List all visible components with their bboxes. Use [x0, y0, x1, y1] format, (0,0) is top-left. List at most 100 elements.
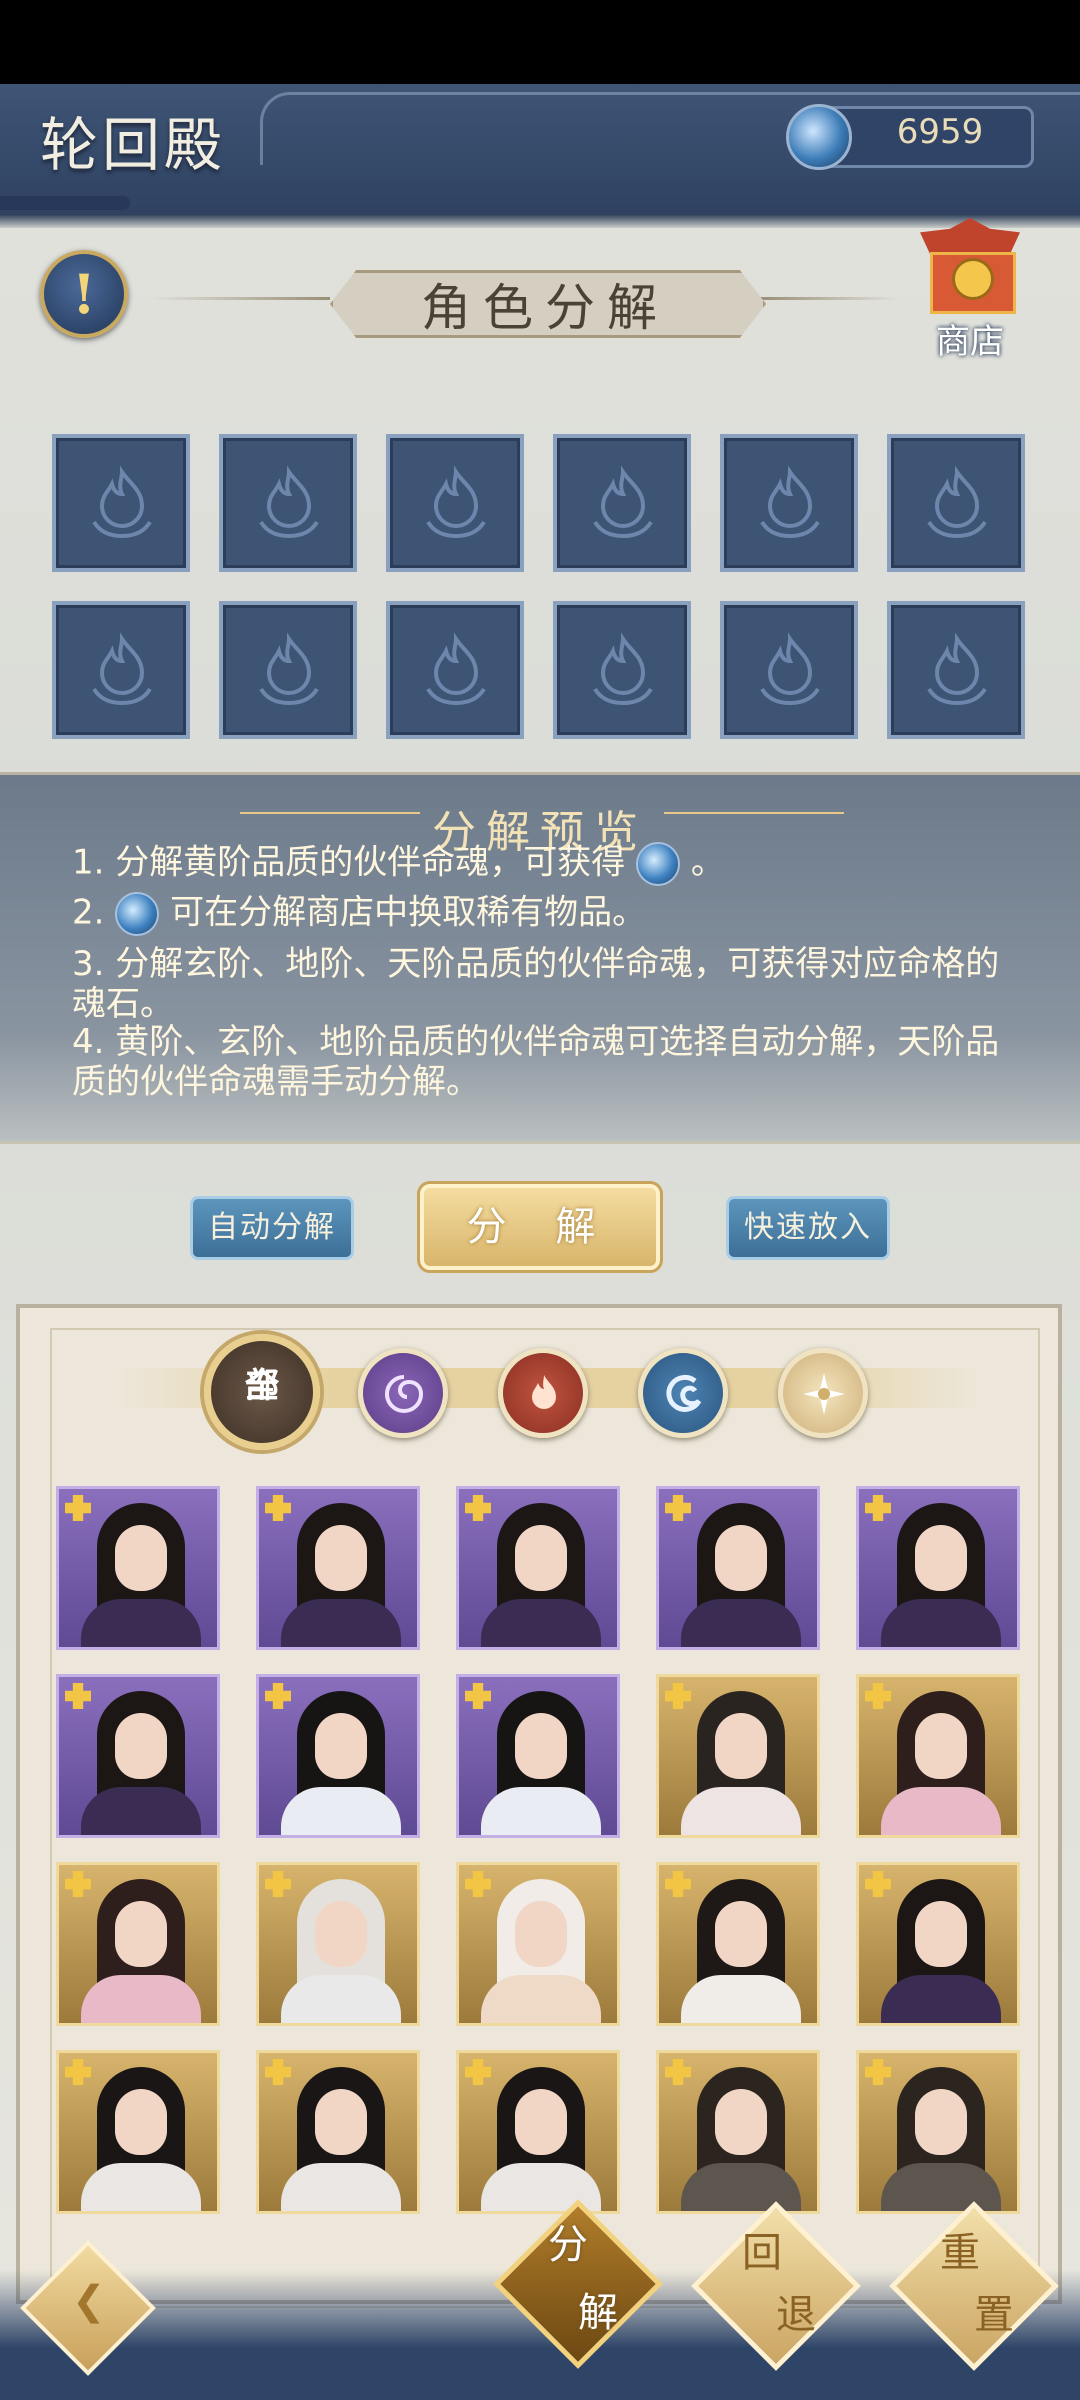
page-title: 轮回殿: [40, 111, 227, 179]
filter-light-button[interactable]: [778, 1348, 868, 1438]
empty-slot[interactable]: [553, 601, 691, 739]
character-portrait: [315, 2089, 367, 2155]
decompose-button[interactable]: 分 解: [417, 1181, 663, 1273]
character-portrait: [515, 1901, 567, 1967]
soul-flame-icon: [426, 465, 486, 539]
character-portrait: [515, 1713, 567, 1779]
character-robe: [281, 1975, 401, 2023]
fragment-badge-icon: [265, 1495, 291, 1521]
filter-purple-button[interactable]: [358, 1348, 448, 1438]
character-card[interactable]: [856, 2050, 1020, 2214]
empty-slot[interactable]: [553, 434, 691, 572]
character-card[interactable]: [856, 1862, 1020, 2026]
currency-value: 6959: [896, 112, 984, 152]
quick-add-button[interactable]: 快速放入: [726, 1196, 890, 1260]
character-card[interactable]: [456, 1862, 620, 2026]
soul-currency-icon: [786, 104, 852, 170]
character-card[interactable]: [56, 1862, 220, 2026]
empty-slot[interactable]: [219, 601, 357, 739]
preview-line-1-end: 。: [690, 842, 725, 883]
filter-all-button[interactable]: 全部: [204, 1334, 320, 1450]
preview-line-3: 3. 分解玄阶、地阶、天阶品质的伙伴命魂，可获得对应命格的魂石。: [72, 944, 1000, 1024]
status-bar: [0, 0, 1080, 84]
soul-flame-icon: [927, 465, 987, 539]
preview-line-2-number: 2.: [72, 892, 105, 933]
character-card[interactable]: [856, 1486, 1020, 1650]
filter-fire-button[interactable]: [498, 1348, 588, 1438]
character-card[interactable]: [56, 1486, 220, 1650]
character-robe: [281, 2163, 401, 2211]
soul-flame-icon: [760, 465, 820, 539]
fragment-badge-icon: [665, 1683, 691, 1709]
fragment-badge-icon: [665, 2059, 691, 2085]
character-card[interactable]: [656, 1674, 820, 1838]
character-card[interactable]: [856, 1674, 1020, 1838]
fragment-badge-icon: [265, 1871, 291, 1897]
character-card[interactable]: [256, 1674, 420, 1838]
soul-flame-icon: [259, 632, 319, 706]
empty-slot[interactable]: [386, 601, 524, 739]
preview-line-1-text: 1. 分解黄阶品质的伙伴命魂，可获得: [72, 842, 626, 883]
empty-slot[interactable]: [52, 434, 190, 572]
preview-line-4: 4. 黄阶、玄阶、地阶品质的伙伴命魂可选择自动分解，天阶品质的伙伴命魂需手动分解…: [72, 1022, 1000, 1102]
empty-slot[interactable]: [219, 434, 357, 572]
character-card[interactable]: [56, 1674, 220, 1838]
soul-flame-icon: [927, 632, 987, 706]
empty-slot[interactable]: [386, 434, 524, 572]
empty-slot[interactable]: [52, 601, 190, 739]
character-portrait: [915, 1713, 967, 1779]
character-robe: [481, 1599, 601, 1647]
shop-roof-icon: [920, 218, 1020, 254]
character-card[interactable]: [56, 2050, 220, 2214]
fragment-badge-icon: [665, 1495, 691, 1521]
empty-slot[interactable]: [887, 601, 1025, 739]
character-robe: [481, 1975, 601, 2023]
character-robe: [881, 1599, 1001, 1647]
character-portrait: [315, 1713, 367, 1779]
back-arrow-icon: ❮: [72, 2278, 106, 2324]
empty-slot[interactable]: [720, 434, 858, 572]
undo-char-2: 退: [776, 2292, 816, 2338]
character-card[interactable]: [656, 1862, 820, 2026]
fragment-badge-icon: [465, 1495, 491, 1521]
swirl-icon: [385, 1375, 424, 1413]
character-portrait: [715, 1901, 767, 1967]
exclamation-icon[interactable]: !: [40, 250, 128, 338]
character-card[interactable]: [656, 2050, 820, 2214]
soul-flame-icon: [92, 465, 152, 539]
character-robe: [881, 1975, 1001, 2023]
character-robe: [681, 1787, 801, 1835]
character-portrait: [715, 1525, 767, 1591]
flame-icon: [532, 1375, 556, 1409]
character-robe: [681, 1599, 801, 1647]
filter-water-button[interactable]: [638, 1348, 728, 1438]
auto-decompose-button[interactable]: 自动分解: [190, 1196, 354, 1260]
character-robe: [681, 1975, 801, 2023]
character-card[interactable]: [256, 2050, 420, 2214]
section-title: 角色分解: [421, 279, 669, 337]
empty-slot[interactable]: [887, 434, 1025, 572]
character-robe: [81, 1975, 201, 2023]
character-portrait: [115, 1713, 167, 1779]
character-card[interactable]: [256, 1862, 420, 2026]
soul-flame-icon: [760, 632, 820, 706]
soul-flame-icon: [426, 632, 486, 706]
character-card[interactable]: [456, 2050, 620, 2214]
coin-icon: [952, 258, 994, 300]
character-card[interactable]: [456, 1486, 620, 1650]
character-card[interactable]: [256, 1486, 420, 1650]
fragment-badge-icon: [865, 1871, 891, 1897]
fragment-badge-icon: [865, 2059, 891, 2085]
character-portrait: [115, 1525, 167, 1591]
fragment-badge-icon: [465, 1871, 491, 1897]
character-robe: [281, 1599, 401, 1647]
empty-slot[interactable]: [720, 601, 858, 739]
fragment-badge-icon: [465, 1683, 491, 1709]
character-robe: [681, 2163, 801, 2211]
soul-flame-icon: [259, 465, 319, 539]
character-card[interactable]: [656, 1486, 820, 1650]
character-portrait: [915, 2089, 967, 2155]
character-card[interactable]: [456, 1674, 620, 1838]
shop-button[interactable]: 商店: [910, 218, 1030, 362]
character-robe: [481, 1787, 601, 1835]
